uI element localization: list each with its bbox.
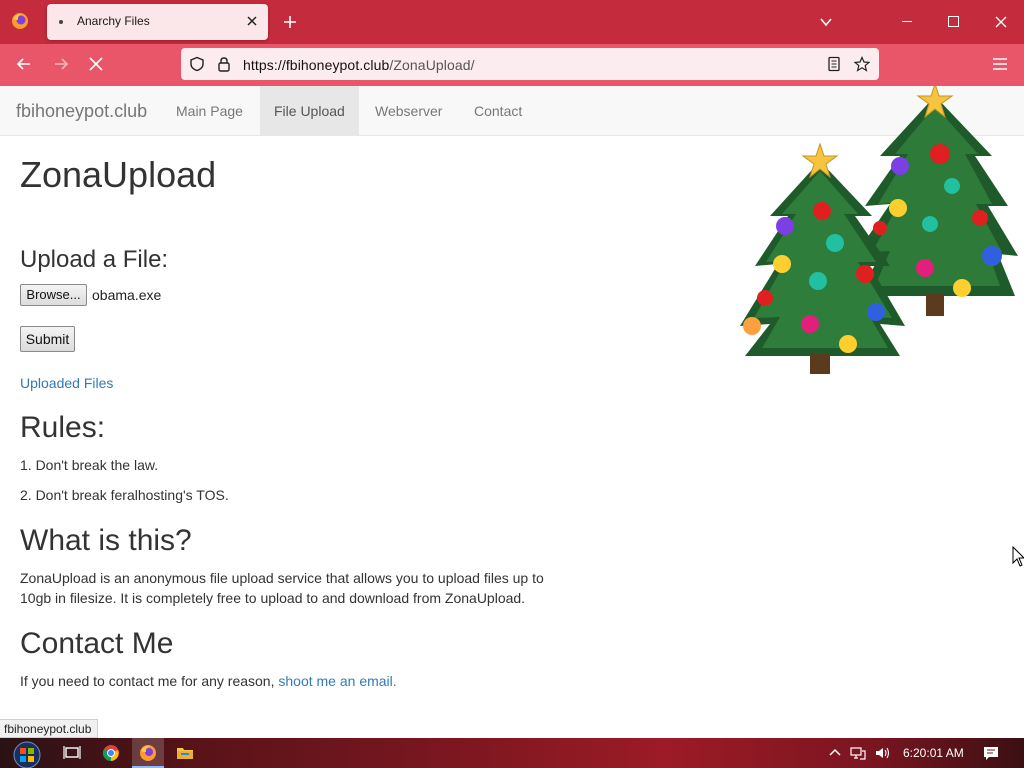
minimize-button[interactable] <box>902 21 912 22</box>
loading-indicator-icon <box>59 20 63 24</box>
submit-button[interactable]: Submit <box>20 326 75 352</box>
shield-icon[interactable] <box>189 56 205 72</box>
browse-button[interactable]: Browse... <box>20 284 87 306</box>
about-text-line-2: 10gb in filesize. It is completely free … <box>20 590 526 606</box>
contact-heading: Contact Me <box>20 627 174 660</box>
notifications-icon[interactable] <box>983 745 999 761</box>
forward-arrow-icon[interactable] <box>52 55 70 73</box>
bookmark-star-icon[interactable] <box>854 56 870 72</box>
tree-left <box>740 142 905 374</box>
tab-title: Anarchy Files <box>77 14 150 28</box>
selected-filename: obama.exe <box>92 287 162 303</box>
stop-loading-icon[interactable] <box>87 55 105 73</box>
rule-item: 2. Don't break feralhosting's TOS. <box>20 487 229 503</box>
mouse-cursor-icon <box>1012 546 1024 567</box>
rules-heading: Rules: <box>20 411 106 444</box>
nav-main-page[interactable]: Main Page <box>162 86 257 136</box>
reader-view-icon[interactable] <box>826 56 842 72</box>
start-button-icon[interactable] <box>8 740 46 768</box>
page-content: fbihoneypot.club Main Page File Upload W… <box>0 86 1024 738</box>
chrome-icon[interactable] <box>102 744 120 762</box>
nav-contact[interactable]: Contact <box>460 86 536 136</box>
status-bar: fbihoneypot.club <box>0 719 99 738</box>
menu-icon[interactable] <box>991 57 1009 71</box>
contact-text: If you need to contact me for any reason… <box>20 673 397 689</box>
firefox-icon[interactable] <box>10 11 30 31</box>
site-brand[interactable]: fbihoneypot.club <box>16 101 147 122</box>
upload-heading: Upload a File: <box>20 246 169 273</box>
lock-icon[interactable] <box>216 56 232 72</box>
tab-anarchy-files[interactable]: Anarchy Files <box>47 4 268 40</box>
maximize-button[interactable] <box>948 16 959 27</box>
close-tab-icon[interactable] <box>244 13 260 29</box>
christmas-trees-decoration <box>740 86 1018 374</box>
page-title: ZonaUpload <box>20 154 217 195</box>
chevron-down-icon[interactable] <box>818 14 834 30</box>
nav-file-upload[interactable]: File Upload <box>260 86 359 136</box>
file-explorer-icon[interactable] <box>176 744 194 762</box>
tree-right <box>855 86 1018 316</box>
url-text[interactable]: https://fbihoneypot.club/ZonaUpload/ <box>243 57 475 73</box>
url-bar[interactable]: https://fbihoneypot.club/ZonaUpload/ <box>181 48 879 80</box>
uploaded-files-link[interactable]: Uploaded Files <box>20 375 113 391</box>
firefox-taskbar-icon[interactable] <box>139 744 157 762</box>
window-close-icon[interactable] <box>994 15 1008 29</box>
task-view-icon[interactable] <box>63 744 81 762</box>
rule-item: 1. Don't break the law. <box>20 457 159 473</box>
browser-tabbar: Anarchy Files <box>0 0 1024 44</box>
about-text-line-1: ZonaUpload is an anonymous file upload s… <box>20 570 544 586</box>
email-link[interactable]: shoot me an email. <box>278 673 396 689</box>
taskbar-clock[interactable]: 6:20:01 AM <box>903 746 964 760</box>
volume-icon[interactable] <box>874 745 890 761</box>
back-arrow-icon[interactable] <box>15 55 33 73</box>
chevron-up-icon[interactable] <box>827 745 843 761</box>
network-icon[interactable] <box>850 745 866 761</box>
about-heading: What is this? <box>20 524 192 557</box>
new-tab-icon[interactable] <box>282 14 298 30</box>
nav-webserver[interactable]: Webserver <box>361 86 456 136</box>
